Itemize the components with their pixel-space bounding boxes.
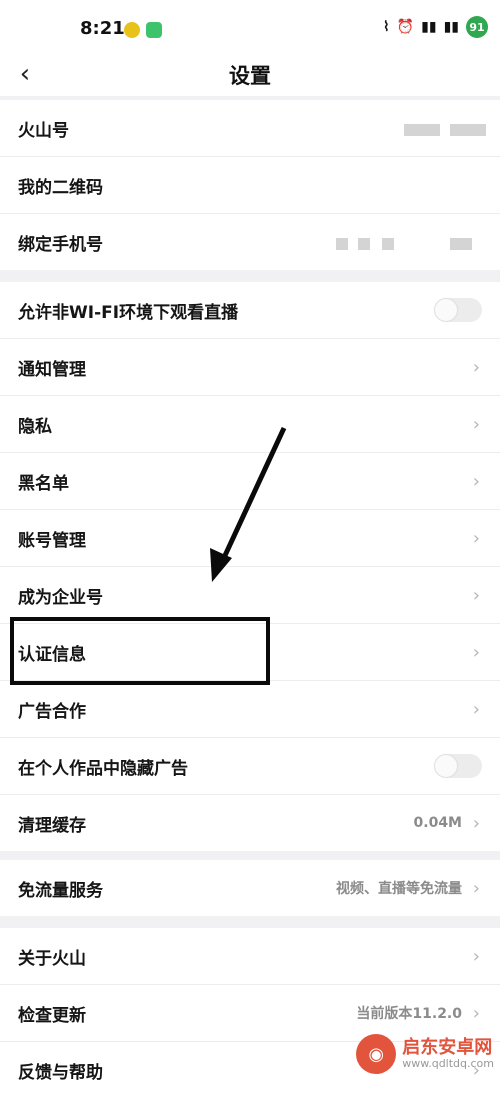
watermark-text: 启东安卓网 www.qdltdq.com [402,1038,494,1070]
watermark-logo-icon: ◉ [356,1034,397,1074]
annotation-highlight-box [10,617,270,685]
watermark-title: 启东安卓网 [402,1037,493,1058]
site-watermark: ◉ 启东安卓网 www.qdltdq.com [356,1034,494,1074]
annotation-arrow [210,426,287,582]
watermark-url: www.qdltdq.com [402,1057,494,1070]
arrow-shaft [219,426,287,564]
